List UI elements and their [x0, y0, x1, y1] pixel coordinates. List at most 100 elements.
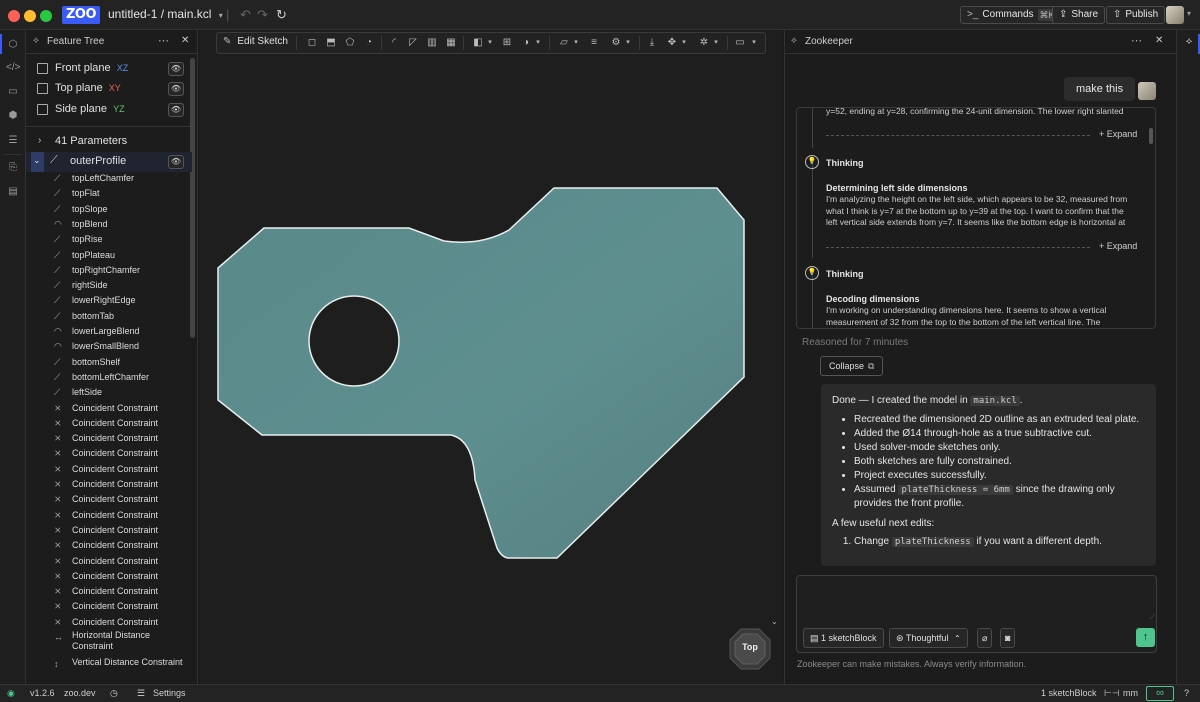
chevron-down-icon[interactable]: ▾ — [1187, 9, 1191, 18]
feature-item[interactable]: ⟋ bottomLeftChamfer — [26, 370, 192, 385]
3d-viewport[interactable]: Top ⌄ — [199, 30, 783, 684]
chevron-down-icon[interactable]: ▾ — [677, 36, 691, 50]
top-plane-row[interactable]: Top plane XY 👁 — [26, 79, 192, 99]
hole-icon[interactable]: ▦ — [444, 36, 458, 50]
settings-button[interactable]: Settings — [153, 688, 186, 698]
close-icon[interactable]: ✕ — [1155, 35, 1163, 46]
close-window-button[interactable] — [8, 10, 20, 22]
site-link[interactable]: zoo.dev — [64, 688, 96, 698]
version-label[interactable]: v1.2.6 — [30, 688, 55, 698]
measure-icon[interactable]: ▭ — [733, 36, 747, 50]
scrollbar[interactable] — [1149, 128, 1153, 144]
revolve-icon[interactable]: ◔ — [362, 36, 376, 50]
sketch-block-chip[interactable]: ▤ 1 sketchBlock — [803, 628, 884, 648]
box-icon[interactable]: ◻ — [305, 36, 319, 50]
zoom-window-button[interactable] — [40, 10, 52, 22]
chamfer-icon[interactable]: ◸ — [406, 36, 420, 50]
commands-button[interactable]: >_ Commands ⌘K — [960, 6, 1064, 24]
feature-item[interactable]: ↕ Vertical Distance Constraint — [26, 657, 192, 683]
feature-item[interactable]: ⟋ rightSide — [26, 278, 192, 293]
visibility-icon[interactable]: 👁 — [168, 82, 184, 96]
feature-item[interactable]: ⟋ bottomShelf — [26, 355, 192, 370]
mode-selector[interactable]: ⊛ Thoughtful ⌃ — [889, 628, 968, 648]
outer-profile-row[interactable]: ⌄ ⟋ outerProfile 👁 — [26, 152, 192, 172]
parameters-row[interactable]: › 41 Parameters — [26, 132, 192, 152]
feature-item[interactable]: ⟋ topLeftChamfer — [26, 171, 192, 186]
feature-item[interactable]: ⟋ bottomTab — [26, 309, 192, 324]
model-canvas[interactable] — [199, 30, 783, 684]
chevron-down-icon[interactable]: ▾ — [621, 36, 635, 50]
zoo-logo[interactable]: ZOO — [62, 6, 100, 24]
fillet-icon[interactable]: ◜ — [387, 36, 401, 50]
attach-button[interactable]: ⌀ — [977, 628, 993, 648]
publish-button[interactable]: ⇧ Publish — [1106, 6, 1166, 24]
edit-sketch-button[interactable]: ✎ Edit Sketch — [223, 36, 288, 47]
feature-item[interactable]: ⨯ Coincident Constraint — [26, 615, 192, 630]
refresh-icon[interactable]: ↻ — [276, 7, 287, 23]
front-plane-row[interactable]: Front plane XZ 👁 — [26, 59, 192, 79]
feature-item[interactable]: ⟋ lowerRightEdge — [26, 293, 192, 308]
feature-item[interactable]: ⨯ Coincident Constraint — [26, 569, 192, 584]
plane-tool-icon[interactable]: ⊞ — [500, 36, 514, 50]
chevron-down-icon[interactable]: ▾ — [709, 36, 723, 50]
export-icon[interactable]: ▤ — [6, 185, 20, 199]
feature-item[interactable]: ⨯ Coincident Constraint — [26, 538, 192, 553]
infinity-icon[interactable]: ∞ — [1146, 686, 1174, 701]
clock-icon[interactable]: ◷ — [110, 688, 118, 699]
shell-icon[interactable]: ▥ — [425, 36, 439, 50]
feature-item[interactable]: ⨯ Coincident Constraint — [26, 446, 192, 461]
code-icon[interactable]: </> — [6, 61, 20, 75]
visibility-icon[interactable]: 👁 — [168, 62, 184, 76]
feature-item[interactable]: ⨯ Coincident Constraint — [26, 508, 192, 523]
visibility-icon[interactable]: 👁 — [168, 103, 184, 117]
collapse-button[interactable]: Collapse ⧉ — [820, 356, 884, 376]
chevron-down-icon[interactable]: ⌄ — [771, 617, 778, 626]
feature-item[interactable]: ⟋ leftSide — [26, 385, 192, 400]
units-selector[interactable]: mm — [1123, 688, 1138, 698]
import-icon[interactable]: ⤓ — [645, 36, 659, 50]
feature-item[interactable]: ⨯ Coincident Constraint — [26, 477, 192, 492]
help-icon[interactable]: ? — [1184, 688, 1189, 698]
send-button[interactable]: ↑ — [1136, 628, 1155, 647]
screenshot-button[interactable]: ◙ — [1000, 628, 1016, 648]
folder-icon[interactable]: ▭ — [6, 85, 20, 99]
visibility-icon[interactable]: 👁 — [168, 155, 184, 169]
list-icon[interactable]: ☰ — [6, 134, 20, 148]
feature-item[interactable]: ⨯ Coincident Constraint — [26, 599, 192, 614]
extruded-plate[interactable] — [217, 187, 745, 559]
user-avatar[interactable] — [1166, 6, 1184, 24]
side-plane-row[interactable]: Side plane YZ 👁 — [26, 100, 192, 120]
feature-tree-icon[interactable]: ⬡ — [6, 38, 20, 52]
more-options-icon[interactable]: ⋯ — [1131, 34, 1142, 47]
chevron-down-icon[interactable]: ▾ — [569, 36, 583, 50]
sweep-icon[interactable]: ⬠ — [343, 36, 357, 50]
feature-item[interactable]: ⨯ Coincident Constraint — [26, 416, 192, 431]
chevron-down-icon[interactable]: ▾ — [531, 36, 545, 50]
feature-item[interactable]: ⟋ topSlope — [26, 202, 192, 217]
close-icon[interactable]: ✕ — [181, 35, 189, 46]
align-icon[interactable]: ≡ — [587, 36, 601, 50]
sketch-block-count[interactable]: 1 sketchBlock — [1041, 688, 1097, 698]
feature-item[interactable]: ⨯ Coincident Constraint — [26, 584, 192, 599]
extrude-icon[interactable]: ⬒ — [324, 36, 338, 50]
more-options-icon[interactable]: ⋯ — [158, 34, 169, 47]
redo-icon[interactable]: ↷ — [257, 7, 268, 23]
parts-icon[interactable]: ⬢ — [6, 109, 20, 123]
minimize-window-button[interactable] — [24, 10, 36, 22]
feature-item[interactable]: ⨯ Coincident Constraint — [26, 401, 192, 416]
feature-item[interactable]: ⨯ Coincident Constraint — [26, 462, 192, 477]
feature-item[interactable]: ↔ Horizontal Distance Constraint — [26, 630, 192, 656]
feature-item[interactable]: ⟋ topFlat — [26, 186, 192, 201]
expand-button[interactable]: + Expand — [1099, 241, 1137, 251]
file-add-icon[interactable]: ⎘ — [6, 161, 20, 175]
chevron-down-icon[interactable]: ▾ — [747, 36, 761, 50]
view-cube[interactable]: Top — [729, 628, 771, 670]
undo-icon[interactable]: ↶ — [240, 7, 251, 23]
feature-item[interactable]: ⨯ Coincident Constraint — [26, 554, 192, 569]
feature-item[interactable]: ⟋ topRise — [26, 232, 192, 247]
share-button[interactable]: ⇪ Share — [1052, 6, 1106, 24]
zookeeper-icon[interactable]: ⟡ — [1183, 36, 1195, 48]
feature-item[interactable]: ◠ lowerSmallBlend — [26, 339, 192, 354]
feature-item[interactable]: ⨯ Coincident Constraint — [26, 523, 192, 538]
feature-item[interactable]: ⨯ Coincident Constraint — [26, 431, 192, 446]
